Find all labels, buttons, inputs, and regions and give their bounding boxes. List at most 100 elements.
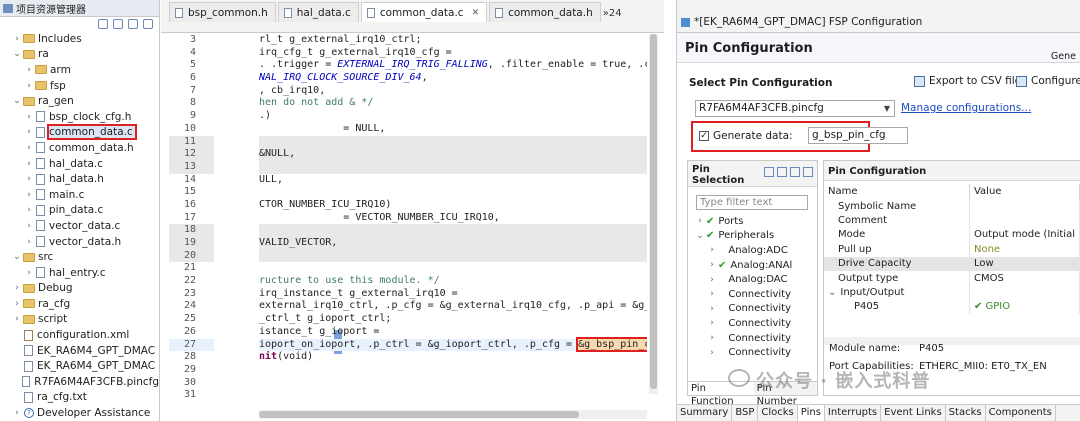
- tree-item[interactable]: › hal_data.h: [0, 171, 159, 187]
- chevron-right-icon[interactable]: ›: [24, 143, 34, 153]
- fsp-config-tab[interactable]: *[EK_RA6M4_GPT_DMAC] FSP Configuration: [681, 16, 922, 28]
- tree-item[interactable]: › common_data.c: [0, 124, 159, 141]
- property-value-cell[interactable]: None: [969, 242, 1080, 257]
- tree-item[interactable]: › vector_data.h: [0, 234, 159, 250]
- tree-item[interactable]: › ra_cfg: [0, 296, 159, 312]
- view-menu-icon[interactable]: [143, 19, 153, 29]
- column-header[interactable]: Value: [969, 184, 1080, 199]
- tree-item[interactable]: › vector_data.c: [0, 218, 159, 234]
- pin-tree-item[interactable]: › Connectivity: [688, 302, 817, 317]
- code-line[interactable]: , cb_irq10,: [259, 85, 647, 98]
- tree-item[interactable]: › pin_data.c: [0, 203, 159, 219]
- code-line[interactable]: [259, 262, 647, 275]
- pin-tree-item[interactable]: › ✔ Analog:ANAl: [688, 258, 817, 273]
- chevron-right-icon[interactable]: ›: [706, 289, 718, 299]
- code-line[interactable]: rl_t g_external_irq10_ctrl;: [259, 34, 647, 47]
- property-value-cell[interactable]: Output mode (Initial: [969, 227, 1080, 243]
- code-line[interactable]: . .trigger = EXTERNAL_IRQ_TRIG_FALLING, …: [259, 59, 647, 72]
- tab-event-links[interactable]: Event Links: [881, 405, 946, 421]
- property-value-cell[interactable]: [969, 285, 1080, 300]
- code-line[interactable]: _ctrl_t g_ioport_ctrl;: [259, 313, 647, 326]
- minimize-icon[interactable]: [803, 167, 813, 177]
- tree-item[interactable]: configuration.xml: [0, 327, 159, 343]
- chevron-right-icon[interactable]: ›: [706, 348, 718, 358]
- chevron-right-icon[interactable]: ›: [12, 299, 22, 309]
- chevron-right-icon[interactable]: ›: [24, 221, 34, 231]
- chevron-right-icon[interactable]: ›: [12, 408, 22, 418]
- chevron-right-icon[interactable]: ›: [24, 205, 34, 215]
- code-line[interactable]: [259, 364, 647, 377]
- code-line[interactable]: ULL,: [259, 174, 647, 187]
- pin-tree-item[interactable]: › Analog:DAC: [688, 272, 817, 287]
- tree-item[interactable]: › main.c: [0, 187, 159, 203]
- tree-item[interactable]: ⌄ ra: [0, 47, 159, 63]
- list-icon[interactable]: [764, 167, 774, 177]
- chevron-right-icon[interactable]: ›: [24, 65, 34, 75]
- tree-item[interactable]: EK_RA6M4_GPT_DMAC: [0, 343, 159, 359]
- code-line[interactable]: [259, 224, 647, 237]
- chevron-down-icon[interactable]: ⌄: [12, 96, 22, 106]
- export-csv-button[interactable]: Export to CSV file: [914, 75, 1021, 87]
- table-row[interactable]: Comment: [824, 213, 1080, 228]
- editor-vertical-scrollbar[interactable]: [649, 34, 658, 394]
- code-line[interactable]: CTOR_NUMBER_ICU_IRQ10): [259, 199, 647, 212]
- link-editor-icon[interactable]: [113, 19, 123, 29]
- close-icon[interactable]: ✕: [472, 8, 480, 18]
- code-line[interactable]: ructure to use this module. */: [259, 275, 647, 288]
- editor-tab[interactable]: hal_data.c: [277, 2, 359, 22]
- tree-item[interactable]: › bsp_clock_cfg.h: [0, 109, 159, 125]
- generate-data-input[interactable]: g_bsp_pin_cfg: [808, 127, 908, 144]
- tree-item[interactable]: › common_data.h: [0, 140, 159, 156]
- pin-tree-item[interactable]: › Connectivity: [688, 331, 817, 346]
- tree-item[interactable]: EK_RA6M4_GPT_DMAC: [0, 358, 159, 374]
- expand-all-icon[interactable]: [777, 167, 787, 177]
- table-row[interactable]: P405 ✔ GPIO: [824, 299, 1080, 315]
- chevron-right-icon[interactable]: ›: [12, 34, 22, 44]
- chevron-down-icon[interactable]: ⌄: [694, 231, 706, 241]
- table-row[interactable]: Output type CMOS: [824, 270, 1080, 286]
- property-value-cell[interactable]: ✔ GPIO: [969, 299, 1080, 315]
- checkbox-checked-icon[interactable]: ✓: [699, 131, 709, 141]
- tree-item[interactable]: › fsp: [0, 78, 159, 94]
- pin-tree-item[interactable]: › ✔ Ports: [688, 214, 817, 229]
- code-line[interactable]: VALID_VECTOR,: [259, 237, 647, 250]
- table-row[interactable]: Symbolic Name: [824, 199, 1080, 214]
- tab-stacks[interactable]: Stacks: [946, 405, 986, 421]
- tree-item[interactable]: ⌄ ra_gen: [0, 93, 159, 109]
- code-line[interactable]: = NULL,: [259, 123, 647, 136]
- generate-project-content-link[interactable]: Gene: [1051, 51, 1076, 62]
- chevron-right-icon[interactable]: ›: [706, 318, 718, 328]
- collapse-all-icon[interactable]: [98, 19, 108, 29]
- tree-item[interactable]: › Includes: [0, 31, 159, 47]
- chevron-right-icon[interactable]: ›: [24, 159, 34, 169]
- code-line[interactable]: = VECTOR_NUMBER_ICU_IRQ10,: [259, 212, 647, 225]
- chevron-right-icon[interactable]: ›: [694, 216, 706, 226]
- code-line[interactable]: [259, 389, 647, 402]
- chevron-right-icon[interactable]: ›: [24, 81, 34, 91]
- code-line[interactable]: ioport_on_ioport, .p_ctrl = &g_ioport_ct…: [259, 336, 647, 352]
- property-value-cell[interactable]: [969, 199, 1080, 214]
- chevron-right-icon[interactable]: ›: [12, 283, 22, 293]
- code-line[interactable]: hen do not add & */: [259, 97, 647, 110]
- tree-item[interactable]: ›? Developer Assistance: [0, 405, 159, 421]
- code-line[interactable]: [259, 186, 647, 199]
- editor-tab[interactable]: common_data.c ✕: [360, 2, 488, 22]
- pin-tree-item[interactable]: › Connectivity: [688, 316, 817, 331]
- code-line[interactable]: istance_t g_ioport =: [259, 326, 647, 339]
- code-line[interactable]: irq_cfg_t g_external_irq10_cfg =: [259, 47, 647, 60]
- tab-bsp[interactable]: BSP: [732, 405, 759, 421]
- tree-item[interactable]: › script: [0, 312, 159, 328]
- chevron-right-icon[interactable]: ›: [24, 268, 34, 278]
- tree-item[interactable]: ⌄ src: [0, 249, 159, 265]
- chevron-right-icon[interactable]: ›: [24, 174, 34, 184]
- code-lines[interactable]: rl_t g_external_irq10_ctrl; irq_cfg_t g_e…: [259, 34, 647, 421]
- tree-item[interactable]: › hal_entry.c: [0, 265, 159, 281]
- chevron-down-icon[interactable]: ⌄: [12, 49, 22, 59]
- generate-data-checkbox[interactable]: ✓ Generate data:: [699, 130, 793, 142]
- code-line[interactable]: [259, 249, 647, 263]
- chevron-right-icon[interactable]: ›: [706, 304, 718, 314]
- chevron-right-icon[interactable]: ›: [24, 112, 34, 122]
- editor-horizontal-scrollbar[interactable]: [259, 410, 647, 419]
- editor-tab[interactable]: common_data.h: [489, 2, 601, 22]
- tab-interrupts[interactable]: Interrupts: [825, 405, 882, 421]
